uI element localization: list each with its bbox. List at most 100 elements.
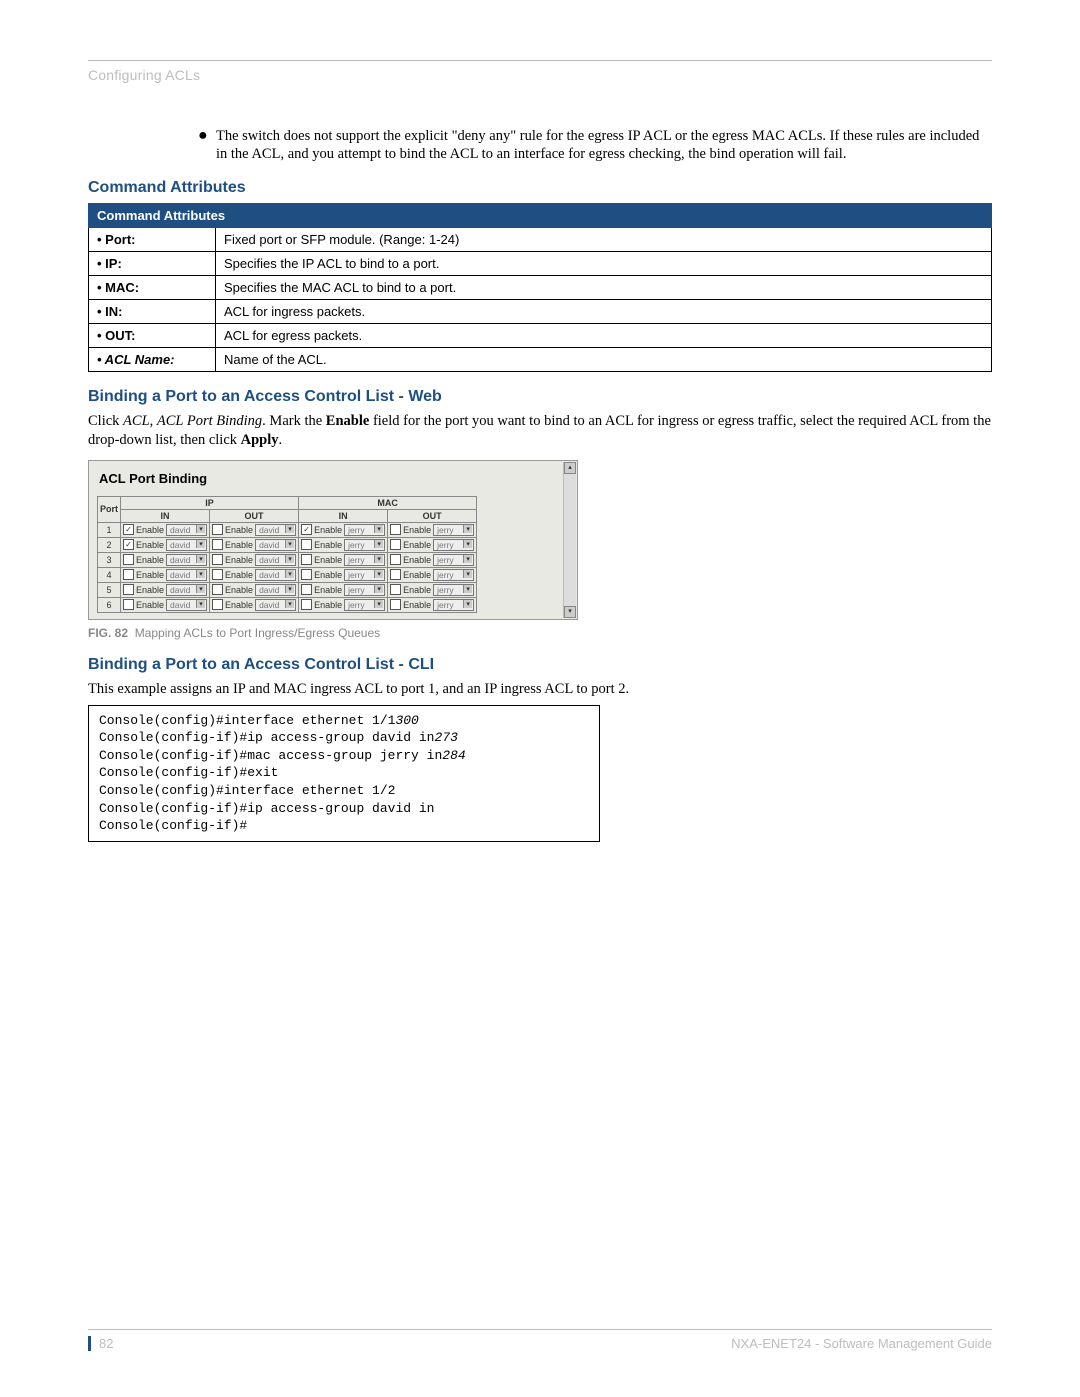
acl-dropdown[interactable]: david: [166, 554, 207, 566]
enable-label: Enable: [225, 525, 253, 535]
acl-dropdown[interactable]: david: [255, 539, 296, 551]
enable-checkbox[interactable]: [390, 569, 401, 580]
enable-checkbox[interactable]: ✓: [123, 539, 134, 550]
grid-row: 2✓EnabledavidEnabledavidEnablejerryEnabl…: [98, 537, 477, 552]
enable-checkbox[interactable]: [301, 539, 312, 550]
page-number: 82: [88, 1336, 113, 1351]
acl-dropdown[interactable]: jerry: [344, 554, 385, 566]
acl-dropdown[interactable]: david: [255, 569, 296, 581]
enable-checkbox[interactable]: [123, 584, 134, 595]
enable-checkbox[interactable]: [212, 539, 223, 550]
acl-dropdown[interactable]: jerry: [344, 569, 385, 581]
enable-checkbox[interactable]: [212, 554, 223, 565]
enable-label: Enable: [314, 570, 342, 580]
enable-label: Enable: [314, 585, 342, 595]
enable-label: Enable: [403, 600, 431, 610]
enable-checkbox[interactable]: [212, 599, 223, 610]
acl-dropdown[interactable]: david: [166, 524, 207, 536]
figure-number: FIG. 82: [88, 626, 128, 640]
acl-dropdown[interactable]: david: [166, 539, 207, 551]
section-cli-heading: Binding a Port to an Access Control List…: [88, 656, 992, 674]
enable-checkbox[interactable]: [123, 569, 134, 580]
scrollbar[interactable]: ▴ ▾: [563, 462, 576, 618]
doc-title: NXA-ENET24 - Software Management Guide: [731, 1336, 992, 1351]
t: Click: [88, 413, 123, 429]
enable-checkbox[interactable]: [301, 584, 312, 595]
grid-row: 4EnabledavidEnabledavidEnablejerryEnable…: [98, 567, 477, 582]
enable-checkbox[interactable]: [390, 584, 401, 595]
enable-checkbox[interactable]: [390, 599, 401, 610]
enable-checkbox[interactable]: [301, 599, 312, 610]
attr-key: • IN:: [89, 300, 216, 324]
enable-checkbox[interactable]: ✓: [123, 524, 134, 535]
enable-label: Enable: [136, 600, 164, 610]
enable-checkbox[interactable]: [390, 539, 401, 550]
enable-label: Enable: [403, 540, 431, 550]
acl-dropdown[interactable]: david: [255, 584, 296, 596]
table-row: • IP:Specifies the IP ACL to bind to a p…: [89, 252, 992, 276]
table-row: • IN:ACL for ingress packets.: [89, 300, 992, 324]
acl-dropdown[interactable]: jerry: [344, 599, 385, 611]
t: ,: [150, 413, 157, 429]
acl-dropdown[interactable]: david: [255, 524, 296, 536]
acl-dropdown[interactable]: jerry: [344, 539, 385, 551]
enable-checkbox[interactable]: [390, 554, 401, 565]
acl-port-binding-screenshot: ▴ ▾ ACL Port Binding Port IP MAC IN OUT …: [88, 460, 578, 620]
attr-key: • ACL Name:: [89, 348, 216, 372]
enable-checkbox[interactable]: [123, 599, 134, 610]
attr-key: • Port:: [89, 228, 216, 252]
acl-dropdown[interactable]: david: [166, 584, 207, 596]
scroll-down-icon[interactable]: ▾: [564, 606, 576, 618]
acl-dropdown[interactable]: jerry: [433, 569, 474, 581]
grid-cell: Enabledavid: [210, 537, 299, 552]
enable-checkbox[interactable]: [301, 554, 312, 565]
enable-label: Enable: [314, 555, 342, 565]
grid-cell: Enablejerry: [388, 537, 477, 552]
grid-cell: Enablejerry: [299, 552, 388, 567]
acl-dropdown[interactable]: jerry: [433, 539, 474, 551]
grid-cell: Enablejerry: [299, 597, 388, 612]
attr-key: • MAC:: [89, 276, 216, 300]
grid-cell: ✓Enablejerry: [299, 522, 388, 537]
enable-label: Enable: [314, 540, 342, 550]
scroll-up-icon[interactable]: ▴: [564, 462, 576, 474]
acl-dropdown[interactable]: jerry: [344, 524, 385, 536]
grid-cell: Enablejerry: [388, 597, 477, 612]
enable-label: Enable: [136, 570, 164, 580]
port-number: 6: [98, 597, 121, 612]
table-header: Command Attributes: [89, 204, 992, 228]
enable-label: Enable: [403, 525, 431, 535]
enable-checkbox[interactable]: [212, 569, 223, 580]
acl-dropdown[interactable]: david: [166, 569, 207, 581]
acl-dropdown[interactable]: jerry: [344, 584, 385, 596]
grid-cell: Enablejerry: [388, 567, 477, 582]
enable-label: Enable: [225, 570, 253, 580]
grid-cell: Enabledavid: [210, 597, 299, 612]
enable-checkbox[interactable]: [212, 524, 223, 535]
enable-checkbox[interactable]: [390, 524, 401, 535]
acl-dropdown[interactable]: jerry: [433, 584, 474, 596]
grid-cell: ✓Enabledavid: [121, 522, 210, 537]
acl-dropdown[interactable]: jerry: [433, 524, 474, 536]
grid-cell: Enablejerry: [299, 537, 388, 552]
enable-checkbox[interactable]: [301, 569, 312, 580]
acl-dropdown[interactable]: david: [255, 554, 296, 566]
enable-label: Enable: [314, 600, 342, 610]
enable-checkbox[interactable]: [212, 584, 223, 595]
screenshot-title: ACL Port Binding: [99, 471, 569, 486]
grid-row: 1✓EnabledavidEnabledavid✓EnablejerryEnab…: [98, 522, 477, 537]
acl-dropdown[interactable]: david: [166, 599, 207, 611]
grid-cell: Enabledavid: [121, 552, 210, 567]
enable-label: Enable: [225, 600, 253, 610]
table-row: • Port:Fixed port or SFP module. (Range:…: [89, 228, 992, 252]
enable-checkbox[interactable]: [123, 554, 134, 565]
enable-label: Enable: [136, 525, 164, 535]
enable-checkbox[interactable]: ✓: [301, 524, 312, 535]
attr-value: Fixed port or SFP module. (Range: 1-24): [216, 228, 992, 252]
acl-dropdown[interactable]: jerry: [433, 554, 474, 566]
footer: 82 NXA-ENET24 - Software Management Guid…: [88, 1329, 992, 1351]
acl-dropdown[interactable]: jerry: [433, 599, 474, 611]
grid-cell: Enabledavid: [210, 552, 299, 567]
acl-dropdown[interactable]: david: [255, 599, 296, 611]
col-ip: IP: [121, 496, 299, 509]
